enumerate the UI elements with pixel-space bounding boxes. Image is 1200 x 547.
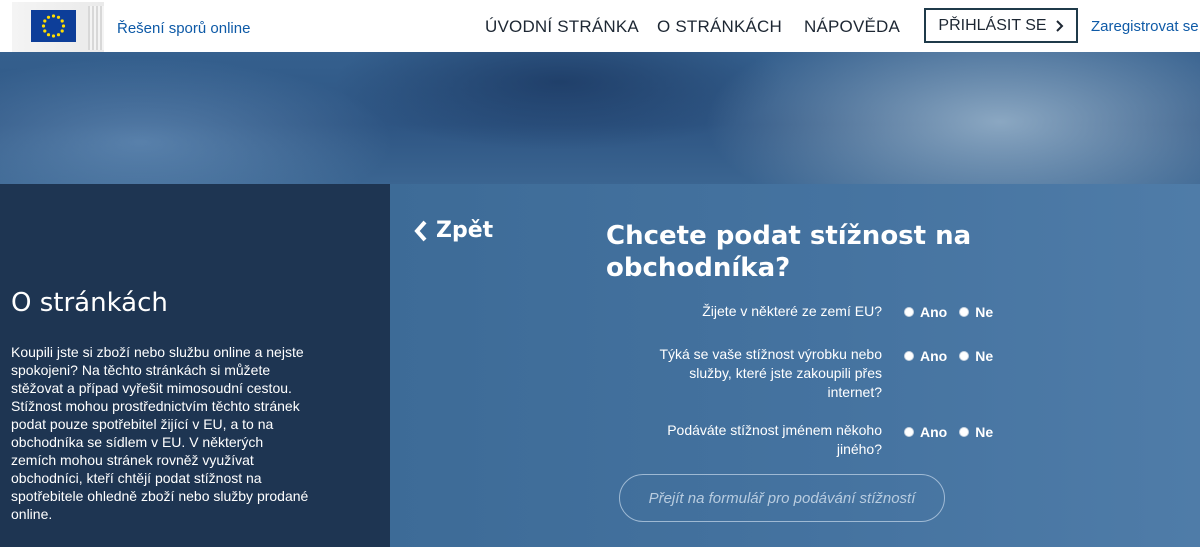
question-label-online-purchase: Týká se vaše stížnost výrobku nebo služb… [659, 346, 882, 400]
radio-unchecked-icon[interactable] [904, 427, 914, 437]
hero-banner [0, 52, 1200, 184]
chevron-right-icon [1055, 19, 1064, 32]
complaint-questionnaire: Zpět Chcete podat stížnost na obchodníka… [390, 184, 1200, 547]
login-button[interactable]: PŘIHLÁSIT SE [924, 8, 1078, 43]
radio-eu-resident-no[interactable]: Ne [959, 304, 993, 320]
radio-unchecked-icon[interactable] [904, 351, 914, 361]
radio-group-eu-resident: Ano Ne [904, 304, 993, 320]
radio-unchecked-icon[interactable] [959, 307, 970, 317]
radio-label-yes: Ano [920, 348, 948, 364]
back-link[interactable]: Zpět [414, 218, 493, 243]
eu-flag-icon [31, 10, 76, 42]
radio-unchecked-icon[interactable] [959, 427, 970, 437]
radio-label-no: Ne [975, 348, 994, 364]
site-name-link[interactable]: Řešení sporů online [117, 20, 250, 37]
radio-unchecked-icon[interactable] [904, 307, 914, 317]
logo-decoration [88, 6, 104, 50]
radio-on-behalf-yes[interactable]: Ano [904, 424, 947, 440]
nav-help[interactable]: NÁPOVĚDA [804, 17, 900, 37]
radio-on-behalf-no[interactable]: Ne [959, 424, 993, 440]
radio-group-online-purchase: Ano Ne [904, 348, 993, 364]
question-label-eu-resident: Žijete v některé ze zemí EU? [702, 303, 882, 319]
nav-home[interactable]: ÚVODNÍ STRÁNKA [485, 17, 639, 37]
chevron-left-icon [414, 220, 427, 241]
question-label-on-behalf: Podáváte stížnost jménem někoho jiného? [667, 422, 882, 457]
top-header: Řešení sporů online ÚVODNÍ STRÁNKA O STR… [0, 0, 1200, 52]
radio-eu-resident-yes[interactable]: Ano [904, 304, 947, 320]
radio-online-purchase-no[interactable]: Ne [959, 348, 993, 364]
sidebar-title: O stránkách [11, 288, 168, 318]
radio-online-purchase-yes[interactable]: Ano [904, 348, 947, 364]
radio-label-no: Ne [975, 424, 994, 440]
page-title: Chcete podat stížnost na obchodníka? [606, 221, 972, 283]
radio-label-no: Ne [975, 304, 994, 320]
nav-about[interactable]: O STRÁNKÁCH [657, 17, 782, 37]
register-link[interactable]: Zaregistrovat se [1091, 18, 1199, 35]
go-to-complaint-form-button[interactable]: Přejít na formulář pro podávání stížnost… [619, 474, 945, 522]
about-sidebar: O stránkách Koupili jste si zboží nebo s… [0, 184, 390, 547]
radio-label-yes: Ano [920, 304, 948, 320]
radio-unchecked-icon[interactable] [959, 351, 970, 361]
european-commission-logo[interactable] [12, 2, 104, 52]
radio-group-on-behalf: Ano Ne [904, 424, 993, 440]
sidebar-description: Koupili jste si zboží nebo službu online… [11, 344, 309, 522]
back-label: Zpět [436, 218, 494, 243]
radio-label-yes: Ano [920, 424, 948, 440]
login-label: PŘIHLÁSIT SE [938, 16, 1047, 34]
